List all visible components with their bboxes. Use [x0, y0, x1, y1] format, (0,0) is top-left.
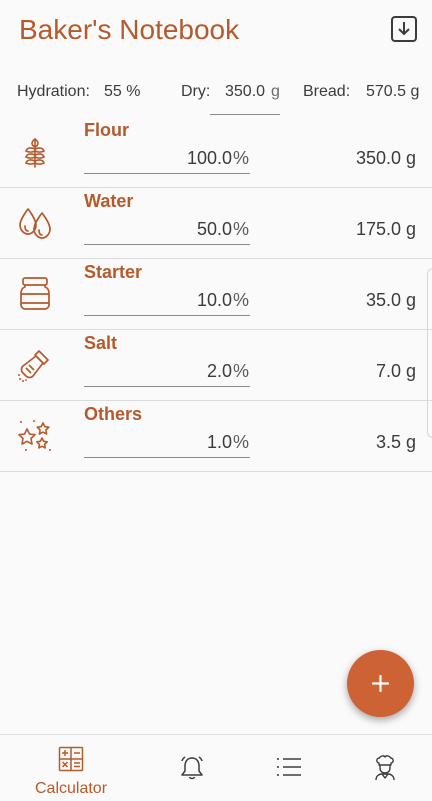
percent-input[interactable]: 10.0 % [84, 282, 250, 316]
chef-icon [375, 755, 395, 781]
grams-value: 7.0 g [375, 361, 416, 381]
app-title: Baker's Notebook [19, 14, 240, 45]
dry-label: Dry: [181, 83, 211, 100]
nav-calculator[interactable]: Calculator [21, 735, 121, 801]
plus-icon [371, 674, 390, 693]
salt-shaker-icon [18, 350, 49, 382]
bottom-navigation: Calculator [0, 734, 432, 801]
hydration-label: Hydration: [17, 83, 90, 100]
percent-unit: % [232, 290, 249, 310]
ingredient-name: Salt [84, 333, 118, 353]
percent-unit: % [232, 148, 249, 168]
jar-icon [20, 277, 50, 310]
dry-value-input[interactable]: 350.0 [225, 83, 265, 101]
ingredient-name: Flour [84, 120, 129, 140]
nav-profile[interactable] [335, 735, 432, 801]
water-drops-icon [19, 208, 51, 239]
percent-input[interactable]: 2.0 % [84, 353, 250, 387]
ingredient-name: Water [84, 191, 134, 211]
grams-value: 3.5 g [375, 432, 416, 452]
bread-label: Bread: [303, 83, 351, 100]
ingredient-row-water[interactable]: Water 50.0 % 175.0 g [0, 187, 432, 259]
ingredient-name: Others [84, 404, 143, 424]
nav-recipes[interactable] [239, 735, 339, 801]
hydration-value: 55 % [104, 83, 141, 100]
grams-value: 35.0 g [365, 290, 416, 310]
grams-value: 175.0 g [355, 219, 416, 239]
ingredient-row-flour[interactable]: Flour 100.0 % 350.0 g [0, 116, 432, 188]
edge-panel-handle[interactable] [427, 268, 432, 438]
ingredient-row-others[interactable]: Others 1.0 % 3.5 g [0, 400, 432, 472]
list-icon [277, 758, 301, 776]
calculator-icon [58, 746, 84, 772]
download-icon [391, 16, 417, 42]
summary-bar: Hydration: 55 % Dry: 350.0 g Bread: 570.… [0, 80, 432, 116]
nav-timers[interactable] [142, 735, 242, 801]
percent-input[interactable]: 100.0 % [84, 140, 250, 174]
ingredient-row-salt[interactable]: Salt 2.0 % 7.0 g [0, 329, 432, 401]
sparkle-stars-icon [18, 420, 51, 451]
wheat-icon [25, 137, 45, 168]
percent-value: 1.0 [206, 432, 232, 452]
download-button[interactable] [390, 15, 418, 43]
dry-unit: g [271, 83, 280, 100]
ingredient-row-starter[interactable]: Starter 10.0 % 35.0 g [0, 258, 432, 330]
percent-value: 2.0 [206, 361, 232, 381]
percent-unit: % [232, 432, 249, 452]
nav-label: Calculator [34, 780, 108, 797]
dry-input-underline [210, 114, 280, 115]
bell-icon [181, 756, 203, 780]
percent-value: 100.0 [186, 148, 232, 168]
bread-value: 570.5 g [366, 83, 420, 100]
grams-value: 350.0 g [355, 148, 416, 168]
percent-input[interactable]: 50.0 % [84, 211, 250, 245]
percent-value: 10.0 [196, 290, 232, 310]
add-ingredient-button[interactable] [347, 650, 414, 717]
ingredient-name: Starter [84, 262, 143, 282]
percent-unit: % [232, 219, 249, 239]
percent-value: 50.0 [196, 219, 232, 239]
percent-input[interactable]: 1.0 % [84, 424, 250, 458]
percent-unit: % [232, 361, 249, 381]
